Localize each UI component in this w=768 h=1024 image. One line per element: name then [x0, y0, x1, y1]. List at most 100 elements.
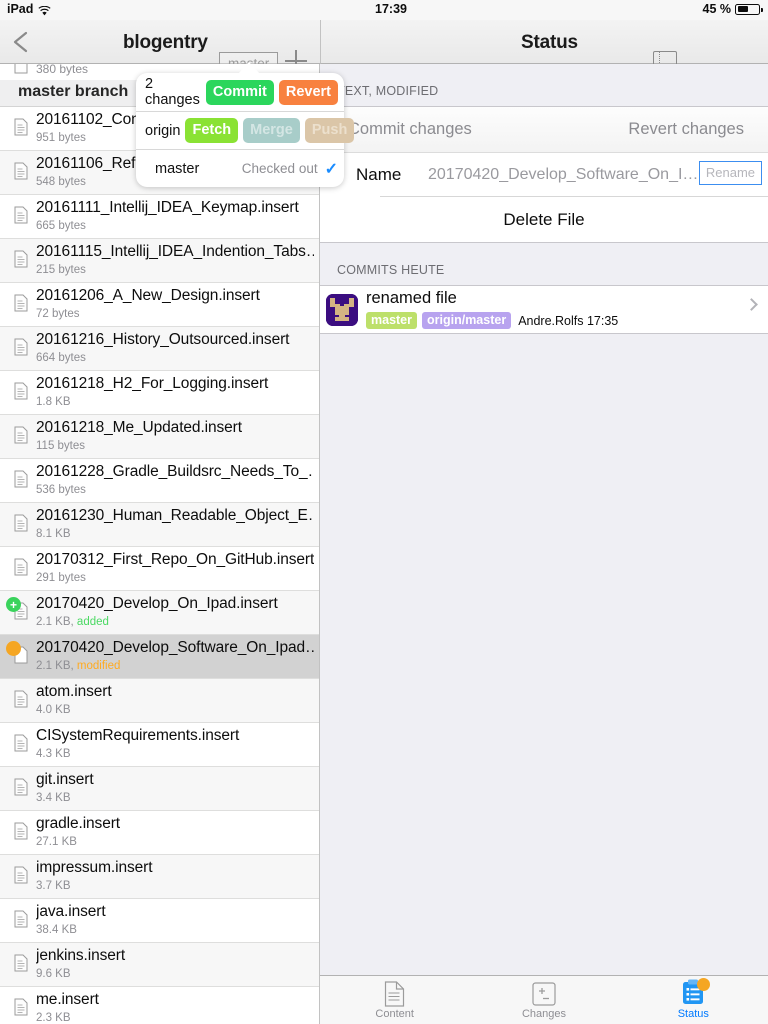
tab-status[interactable]: Status	[619, 976, 768, 1020]
popover-branch-row[interactable]: master Checked out ✓	[136, 149, 344, 187]
popover-changes-row: 2 changes Commit Revert	[136, 73, 344, 111]
document-icon	[14, 998, 28, 1016]
file-meta: 536 bytes	[36, 484, 86, 496]
file-meta: 4.0 KB	[36, 704, 71, 716]
file-name: impressum.insert	[36, 859, 153, 876]
added-badge-icon: +	[6, 597, 21, 612]
file-list-item[interactable]: 20161216_History_Outsourced.insert 664 by…	[0, 327, 319, 371]
document-icon	[14, 910, 28, 928]
document-icon	[14, 866, 28, 884]
file-list-item[interactable]: 20161115_Intellij_IDEA_Indention_Tabs… 21…	[0, 239, 319, 283]
rename-button[interactable]: Rename	[698, 161, 762, 185]
status-bar-left: iPad	[7, 2, 51, 16]
plus-minus-icon	[469, 981, 618, 1007]
file-list-item[interactable]: 20161218_H2_For_Logging.insert 1.8 KB	[0, 371, 319, 415]
file-name: 20161228_Gradle_Buildsrc_Needs_To_…	[36, 463, 314, 480]
file-size: 380 bytes	[36, 64, 89, 76]
delete-file-row[interactable]: Delete File	[320, 197, 768, 242]
status-bar-clock: 17:39	[375, 2, 407, 16]
file-list-item[interactable]: CISystemRequirements.insert 4.3 KB	[0, 723, 319, 767]
commits-group: renamed file master origin/master Andre.…	[320, 285, 768, 334]
file-name: 20161218_Me_Updated.insert	[36, 419, 242, 436]
file-list-item[interactable]: 20170312_First_Repo_On_GitHub.insert 291 …	[0, 547, 319, 591]
file-meta: 664 bytes	[36, 352, 86, 364]
tab-status-label: Status	[677, 1008, 709, 1020]
file-list-panel[interactable]: 380 bytes master branch 20161102_Cons 951…	[0, 64, 320, 1024]
file-name: jenkins.insert	[36, 947, 126, 964]
tab-changes-label: Changes	[521, 1008, 567, 1020]
file-list-item[interactable]: 20161111_Intellij_IDEA_Keymap.insert 665 …	[0, 195, 319, 239]
file-list-item[interactable]: java.insert 38.4 KB	[0, 899, 319, 943]
commit-button[interactable]: Commit	[205, 79, 274, 105]
file-name: git.insert	[36, 771, 94, 788]
commit-author: Andre.Rolfs 17:35	[518, 313, 619, 328]
delete-file-button[interactable]: Delete File	[320, 210, 768, 230]
document-icon	[14, 64, 28, 79]
identicon-avatar	[326, 294, 358, 326]
file-list-item[interactable]: 20161230_Human_Readable_Object_E… 8.1 KB	[0, 503, 319, 547]
file-list-item[interactable]: 20161206_A_New_Design.insert 72 bytes	[0, 283, 319, 327]
file-name: atom.insert	[36, 683, 112, 700]
document-icon	[14, 690, 28, 708]
branch-checkout-status: Checked out	[241, 161, 318, 176]
file-list-item[interactable]: atom.insert 4.0 KB	[0, 679, 319, 723]
right-navigation-bar: Status	[320, 20, 768, 72]
file-meta: 951 bytes	[36, 132, 86, 144]
device-name: iPad	[7, 2, 34, 16]
file-list-item[interactable]: git.insert 3.4 KB	[0, 767, 319, 811]
file-rows-container: 20161102_Cons 951 bytes 20161106_Refa 548 b…	[0, 107, 319, 1024]
commits-section-header: COMMITS HEUTE	[337, 263, 445, 277]
document-icon	[14, 954, 28, 972]
tab-content[interactable]: Content	[320, 976, 469, 1020]
revert-changes-button[interactable]: Revert changes	[628, 120, 744, 139]
file-meta: 9.6 KB	[36, 968, 71, 980]
bottom-tab-bar: Content Changes Status	[320, 975, 768, 1024]
document-icon	[14, 250, 28, 268]
document-icon	[14, 338, 28, 356]
file-status: modified	[76, 660, 121, 672]
file-list-item[interactable]: +20170420_Develop_On_Ipad.insert 2.1 KB, …	[0, 591, 319, 635]
status-badge	[697, 977, 711, 991]
battery-percent-label: 45 %	[702, 2, 732, 16]
file-list-item[interactable]: jenkins.insert 9.6 KB	[0, 943, 319, 987]
fetch-button[interactable]: Fetch	[185, 118, 239, 143]
detail-title: Status	[521, 32, 578, 53]
file-meta: 3.4 KB	[36, 792, 71, 804]
back-button[interactable]	[10, 30, 32, 54]
name-value: 20170420_Develop_Software_On_Ipad.ins…	[428, 166, 706, 183]
file-meta: 291 bytes	[36, 572, 86, 584]
revert-button[interactable]: Revert	[278, 79, 338, 105]
document-icon	[14, 426, 28, 444]
commit-changes-button[interactable]: Commit changes	[348, 120, 472, 139]
file-name: 20161218_H2_For_Logging.insert	[36, 375, 269, 392]
file-section-header: TEXT, MODIFIED	[337, 84, 439, 98]
name-label: Name	[356, 165, 402, 184]
battery-icon	[735, 3, 763, 15]
file-meta: 548 bytes	[36, 176, 86, 188]
file-meta: 1.8 KB	[36, 396, 71, 408]
commit-row[interactable]: renamed file master origin/master Andre.…	[320, 286, 768, 333]
file-actions-group: Commit changes Revert changes Name 20170…	[320, 106, 768, 243]
file-list-item[interactable]: 20161218_Me_Updated.insert 115 bytes	[0, 415, 319, 459]
file-name: 20161216_History_Outsourced.insert	[36, 331, 290, 348]
file-list-item[interactable]: me.insert 2.3 KB	[0, 987, 319, 1024]
tab-changes[interactable]: Changes	[469, 976, 618, 1020]
document-icon	[320, 981, 469, 1007]
document-icon	[14, 558, 28, 576]
wifi-icon	[38, 5, 51, 16]
document-icon	[14, 206, 28, 224]
file-meta: 3.7 KB	[36, 880, 71, 892]
file-name: 20161230_Human_Readable_Object_E…	[36, 507, 314, 524]
file-list-item[interactable]: impressum.insert 3.7 KB	[0, 855, 319, 899]
document-icon	[14, 162, 28, 180]
file-list-item[interactable]: 20161228_Gradle_Buildsrc_Needs_To_… 536 b…	[0, 459, 319, 503]
chevron-right-icon	[745, 298, 758, 311]
file-name: 20170420_Develop_On_Ipad.insert	[36, 595, 278, 612]
file-meta: 38.4 KB	[36, 924, 77, 936]
document-icon	[14, 734, 28, 752]
file-list-item[interactable]: 20170420_Develop_Software_On_Ipad… 2.1 KB…	[0, 635, 319, 679]
document-icon	[14, 822, 28, 840]
push-button: Push	[304, 118, 355, 143]
document-icon	[14, 294, 28, 312]
file-list-item[interactable]: gradle.insert 27.1 KB	[0, 811, 319, 855]
